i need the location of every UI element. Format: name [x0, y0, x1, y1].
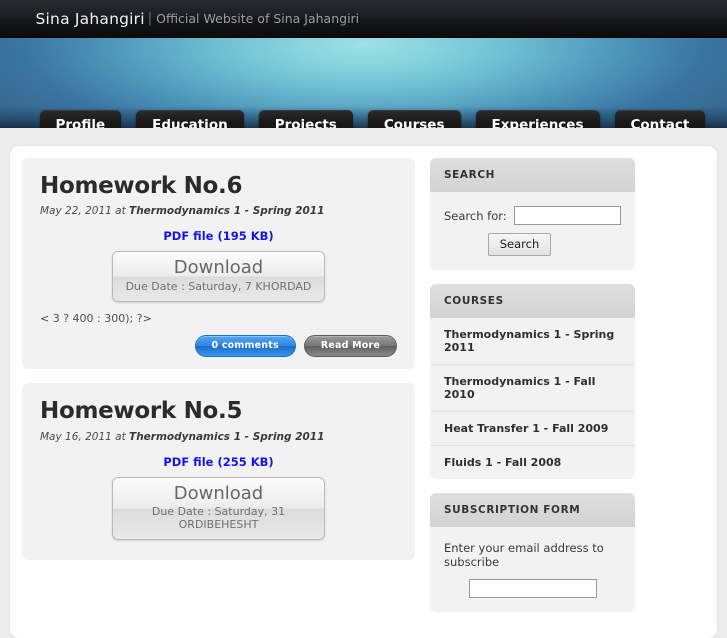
post-snippet: < 3 ? 400 : 300); ?>: [40, 311, 152, 325]
download-button-wrap: Download Due Date : Saturday, 7 KHORDAD: [40, 251, 397, 302]
post-date: May 22, 2011 at: [40, 205, 130, 218]
header-banner: Profile Education Projects Courses Exper…: [0, 38, 727, 128]
top-bar-inner: Sina Jahangiri | Official Website of Sin…: [32, 0, 696, 37]
download-button[interactable]: Download Due Date : Saturday, 7 KHORDAD: [112, 251, 325, 302]
pdf-file-link[interactable]: PDF file (255 KB): [40, 455, 397, 469]
download-label: Download: [173, 482, 264, 504]
widget-search-heading: SEARCH: [430, 158, 635, 192]
widget-subscription-body: Enter your email address to subscribe: [430, 527, 635, 612]
post-title: Homework No.5: [40, 398, 243, 425]
nav-item-courses[interactable]: Courses: [367, 109, 461, 128]
search-row: Search for:: [444, 206, 621, 225]
subscription-email-input[interactable]: [468, 579, 597, 598]
title-separator: |: [147, 11, 153, 26]
widget-search: SEARCH Search for: Search: [430, 158, 635, 270]
pdf-file-link[interactable]: PDF file (195 KB): [40, 229, 397, 243]
subscription-input-row: [444, 579, 621, 598]
list-item[interactable]: Thermodynamics 1 - Fall 2010: [430, 364, 635, 411]
widget-courses: COURSES Thermodynamics 1 - Spring 2011 T…: [430, 284, 635, 479]
comments-button[interactable]: 0 comments: [194, 334, 296, 358]
search-button[interactable]: Search: [487, 233, 552, 256]
post-article: Homework No.6 May 22, 2011 at Thermodyna…: [22, 158, 415, 370]
search-button-row: Search: [444, 233, 621, 256]
post-article: Homework No.5 May 16, 2011 at Thermodyna…: [22, 383, 415, 561]
download-button[interactable]: Download Due Date : Saturday, 31 ORDIBEH…: [112, 476, 325, 541]
download-label: Download: [173, 257, 264, 279]
sidebar-column: SEARCH Search for: Search COURSES Thermo…: [430, 158, 635, 626]
post-meta: May 22, 2011 at Thermodynamics 1 - Sprin…: [40, 205, 397, 217]
nav-item-projects[interactable]: Projects: [258, 109, 353, 128]
download-due-date: Due Date : Saturday, 31 ORDIBEHESHT: [151, 505, 286, 532]
site-title: Sina Jahangiri: [35, 9, 145, 28]
list-item[interactable]: Fluids 1 - Fall 2008: [430, 445, 635, 479]
main-navigation: Profile Education Projects Courses Exper…: [34, 109, 706, 128]
widget-search-body: Search for: Search: [430, 192, 635, 270]
search-input[interactable]: [513, 206, 621, 225]
page-container: Homework No.6 May 22, 2011 at Thermodyna…: [10, 146, 717, 638]
download-due-date: Due Date : Saturday, 7 KHORDAD: [125, 279, 312, 293]
widget-courses-heading: COURSES: [430, 284, 635, 318]
content-column: Homework No.6 May 22, 2011 at Thermodyna…: [22, 158, 415, 626]
post-title: Homework No.6: [40, 173, 243, 199]
read-more-button[interactable]: Read More: [303, 334, 397, 358]
nav-item-experiences[interactable]: Experiences: [475, 109, 600, 128]
post-actions: 0 comments Read More: [40, 334, 397, 360]
list-item[interactable]: Thermodynamics 1 - Spring 2011: [430, 318, 635, 364]
post-category-link[interactable]: Thermodynamics 1 - Spring 2011: [129, 431, 324, 443]
top-bar: Sina Jahangiri | Official Website of Sin…: [0, 0, 727, 38]
post-category-link[interactable]: Thermodynamics 1 - Spring 2011: [129, 205, 324, 217]
nav-item-education[interactable]: Education: [136, 109, 244, 128]
list-item[interactable]: Heat Transfer 1 - Fall 2009: [430, 411, 635, 445]
search-label: Search for:: [444, 208, 507, 223]
site-tagline: Official Website of Sina Jahangiri: [156, 11, 360, 26]
subscription-text: Enter your email address to subscribe: [444, 541, 604, 569]
widget-subscription-heading: SUBSCRIPTION FORM: [430, 493, 635, 527]
post-meta: May 16, 2011 at Thermodynamics 1 - Sprin…: [40, 431, 397, 443]
post-date: May 16, 2011 at: [40, 430, 130, 443]
widget-subscription: SUBSCRIPTION FORM Enter your email addre…: [430, 493, 635, 612]
courses-list: Thermodynamics 1 - Spring 2011 Thermodyn…: [430, 318, 635, 479]
nav-item-contact[interactable]: Contact: [614, 109, 706, 128]
download-button-wrap: Download Due Date : Saturday, 31 ORDIBEH…: [40, 476, 397, 541]
nav-item-profile[interactable]: Profile: [39, 109, 122, 128]
